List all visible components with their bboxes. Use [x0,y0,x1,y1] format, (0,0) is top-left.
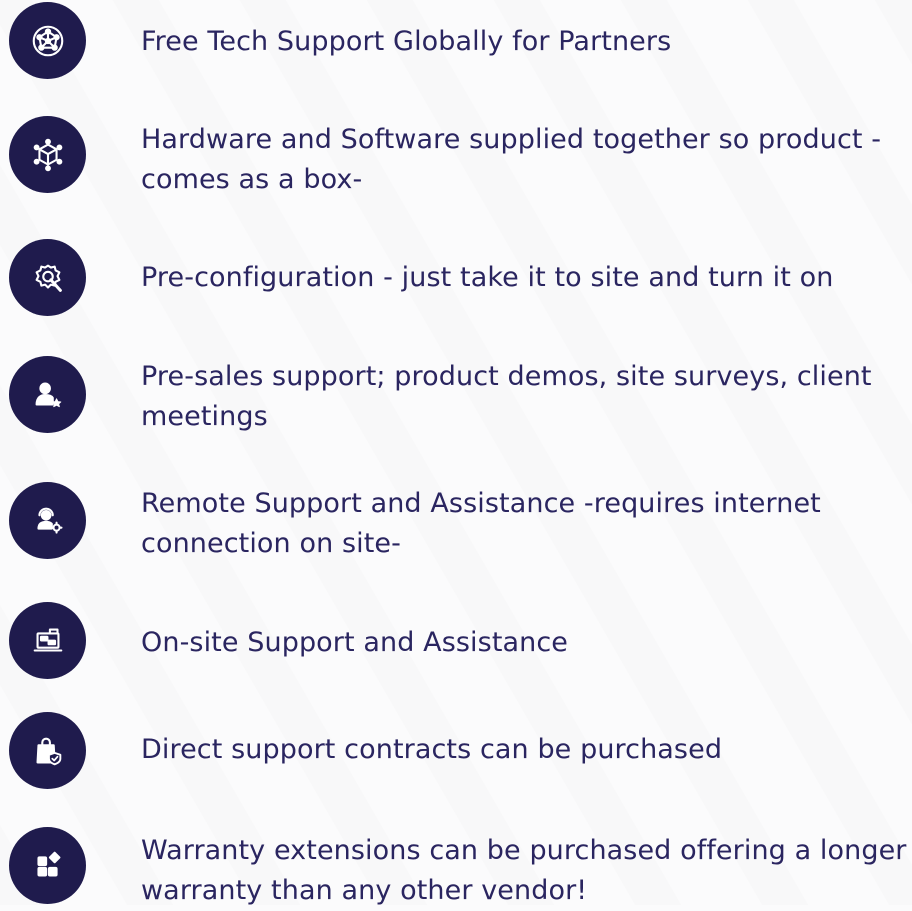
feature-text: On-site Support and Assistance [141,627,569,658]
feature-text: Direct support contracts can be purchase… [141,734,723,765]
feature-text: Hardware and Software supplied together … [141,124,882,195]
shopping-bag-shield-icon [9,712,86,789]
user-star-icon [9,356,86,433]
feature-text: Pre-configuration - just take it to site… [141,262,834,293]
feature-text: Remote Support and Assistance -requires … [141,488,821,559]
gear-wrench-icon [9,239,86,316]
feature-text: Free Tech Support Globally for Partners [141,26,672,57]
cube-network-icon [9,116,86,193]
feature-text: Warranty extensions can be purchased off… [141,835,907,906]
feature-list: Free Tech Support Globally for Partners … [0,0,912,906]
apps-grid-icon [9,827,86,904]
headset-agent-icon [9,482,86,559]
network-globe-icon [9,2,86,79]
feature-text: Pre-sales support; product demos, site s… [141,361,872,432]
laptop-chat-icon [9,602,86,679]
